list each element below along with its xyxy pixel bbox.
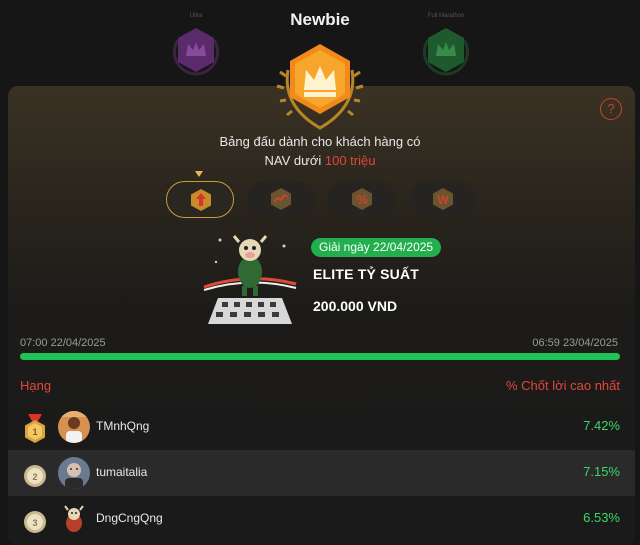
rank-column-header: Hạng bbox=[20, 378, 52, 393]
user-profit-percent: 7.15% bbox=[583, 464, 620, 479]
active-tab-indicator-icon bbox=[195, 171, 203, 177]
tab-up-arrow[interactable] bbox=[166, 181, 234, 218]
user-name[interactable]: TMnhQng bbox=[96, 419, 149, 433]
table-row[interactable]: 3 DngCngQng 6.53% bbox=[8, 496, 635, 542]
right-tier-label: Full Marathon bbox=[427, 13, 465, 19]
user-name[interactable]: tumaitalia bbox=[96, 465, 147, 479]
tab-percent[interactable]: % bbox=[328, 181, 396, 218]
percent-icon: % bbox=[352, 188, 372, 210]
period-progress-fill bbox=[20, 353, 620, 360]
tier-title: Newbie bbox=[290, 10, 350, 29]
silver-medal-icon: 2 bbox=[24, 465, 46, 487]
up-arrow-icon bbox=[191, 189, 211, 211]
metric-column-header: % Chốt lời cao nhất bbox=[505, 378, 620, 393]
trend-line-icon bbox=[271, 188, 291, 210]
user-name[interactable]: DngCngQng bbox=[96, 511, 163, 525]
newbie-crown-badge-icon bbox=[276, 44, 364, 130]
table-row[interactable]: 1 TMnhQng 7.42% bbox=[8, 404, 635, 450]
reward-title: ELITE TỶ SUẤT bbox=[313, 266, 420, 282]
svg-text:%: % bbox=[356, 192, 368, 207]
bronze-medal-icon: 3 bbox=[24, 511, 46, 533]
period-progress-bar bbox=[20, 353, 620, 360]
rank-number: 2 bbox=[32, 472, 37, 482]
period-end: 06:59 23/04/2025 bbox=[532, 337, 618, 349]
avatar[interactable] bbox=[58, 457, 90, 489]
gold-medal-icon: 1 bbox=[25, 414, 45, 443]
period-start: 07:00 22/04/2025 bbox=[20, 337, 106, 349]
avatar[interactable] bbox=[58, 503, 90, 535]
eligibility-nav-threshold: 100 triệu bbox=[324, 153, 376, 168]
reward-date-badge: Giải ngày 22/04/2025 bbox=[311, 238, 442, 257]
mascot-runner-illustration bbox=[203, 235, 297, 324]
eligibility-nav-text: NAV dưới bbox=[264, 153, 325, 168]
tab-trend-line[interactable] bbox=[247, 181, 315, 218]
w-letter-icon: W bbox=[433, 188, 453, 210]
eligibility-line-1: Bảng đấu dành cho khách hàng có bbox=[219, 134, 421, 149]
reward-amount: 200.000 VND bbox=[313, 298, 398, 314]
user-profit-percent: 6.53% bbox=[583, 510, 620, 525]
svg-text:W: W bbox=[437, 193, 449, 207]
full-marathon-tier-badge-icon[interactable] bbox=[418, 22, 474, 80]
ultra-tier-badge-icon[interactable] bbox=[168, 22, 224, 80]
help-icon[interactable]: ? bbox=[600, 98, 622, 120]
avatar[interactable] bbox=[58, 411, 90, 443]
rank-number: 1 bbox=[32, 427, 37, 437]
table-row[interactable]: 2 tumaitalia 7.15% bbox=[8, 450, 635, 496]
rank-number: 3 bbox=[32, 518, 37, 528]
user-profit-percent: 7.42% bbox=[583, 418, 620, 433]
eligibility-line-2: NAV dưới 100 triệu bbox=[0, 153, 640, 168]
tab-w-letter[interactable]: W bbox=[409, 181, 477, 218]
